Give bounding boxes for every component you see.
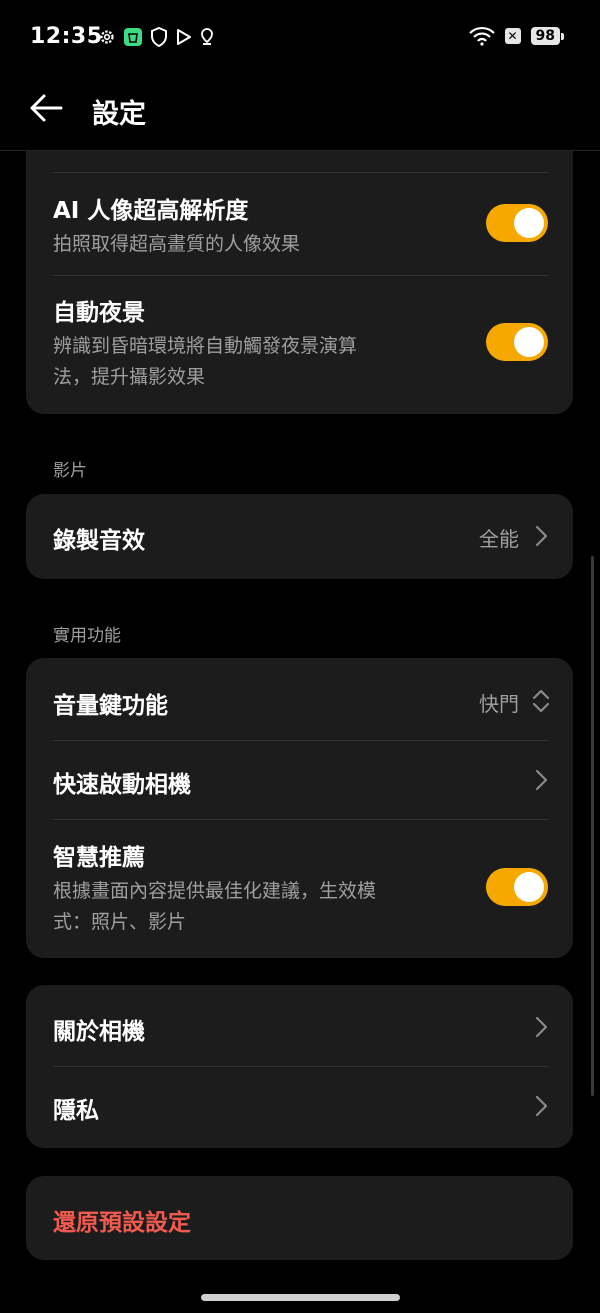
- row-value: 全能: [479, 527, 519, 551]
- chevron-right-icon: [535, 1016, 548, 1038]
- toggle-knob: [514, 208, 544, 238]
- quick-launch-row[interactable]: 快速啟動相機: [53, 765, 546, 799]
- wifi-icon: [468, 26, 495, 46]
- chevron-right-icon: [535, 769, 548, 791]
- volume-key-row[interactable]: 音量鍵功能: [53, 686, 546, 720]
- privacy-row[interactable]: 隱私: [53, 1091, 546, 1125]
- battery-icon: 98: [530, 27, 565, 45]
- row-subtitle: 拍照取得超高畫質的人像效果: [53, 233, 301, 255]
- section-label-video: 影片: [53, 461, 87, 481]
- divider: [53, 275, 548, 276]
- auto-night-toggle[interactable]: [486, 323, 548, 361]
- reset-row[interactable]: 還原預設設定: [53, 1203, 546, 1237]
- gear-icon: [100, 30, 114, 44]
- smart-recommend-toggle[interactable]: [486, 868, 548, 906]
- divider: [53, 172, 548, 173]
- reset-defaults-button[interactable]: 還原預設設定: [53, 1203, 546, 1237]
- toggle-knob: [514, 327, 544, 357]
- divider: [53, 740, 548, 741]
- row-title: 智慧推薦: [53, 845, 145, 871]
- system-icons: ✕ 98: [468, 26, 565, 46]
- home-indicator[interactable]: [201, 1294, 400, 1301]
- subtitle-line: 式：照片、影片: [53, 911, 187, 933]
- row-title: 隱私: [53, 1098, 99, 1124]
- photo-settings-card: AI 人像超高解析度 拍照取得超高畫質的人像效果 自動夜景 辨識到昏暗環境將自動…: [26, 151, 573, 414]
- play-icon: [177, 29, 191, 45]
- row-subtitle: 辨識到昏暗環境將自動觸發夜景演算 法，提升攝影效果: [53, 331, 546, 393]
- settings-list[interactable]: AI 人像超高解析度 拍照取得超高畫質的人像效果 自動夜景 辨識到昏暗環境將自動…: [0, 151, 600, 1281]
- chevron-up-down-icon: [532, 689, 550, 713]
- divider: [53, 819, 548, 820]
- back-arrow-icon[interactable]: [28, 92, 64, 124]
- video-card: 錄製音效 全能: [26, 494, 573, 579]
- row-title: 關於相機: [53, 1019, 145, 1045]
- row-title: 音量鍵功能: [53, 693, 168, 719]
- recording-audio-row[interactable]: 錄製音效: [53, 521, 546, 555]
- row-value: 快門: [479, 692, 519, 716]
- row-title: AI 人像超高解析度: [53, 198, 249, 224]
- subtitle-line: 根據畫面內容提供最佳化建議，生效模: [53, 880, 377, 902]
- utility-card: 音量鍵功能 快門 快速啟動相機 智慧推薦 根據畫面內容提供最佳化建議，生效模 式…: [26, 658, 573, 958]
- row-title: 快速啟動相機: [53, 772, 191, 798]
- row-title: 錄製音效: [53, 528, 145, 554]
- auto-night-row[interactable]: 自動夜景 辨識到昏暗環境將自動觸發夜景演算 法，提升攝影效果: [53, 293, 546, 393]
- smart-recommend-row[interactable]: 智慧推薦 根據畫面內容提供最佳化建議，生效模 式：照片、影片: [53, 838, 546, 938]
- about-camera-row[interactable]: 關於相機: [53, 1012, 546, 1046]
- row-subtitle: 根據畫面內容提供最佳化建議，生效模 式：照片、影片: [53, 876, 546, 938]
- notification-icons: [98, 27, 214, 47]
- section-label-utility: 實用功能: [53, 626, 121, 646]
- toggle-knob: [514, 872, 544, 902]
- scrollbar[interactable]: [591, 556, 594, 1096]
- shield-icon: [151, 27, 167, 47]
- page-title: 設定: [92, 99, 146, 130]
- clock: 12:35: [30, 24, 103, 49]
- chevron-right-icon: [535, 525, 548, 547]
- subtitle-line: 法，提升攝影效果: [53, 366, 206, 388]
- divider: [53, 1066, 548, 1067]
- shopping-app-icon: [124, 28, 142, 46]
- location-pin-icon: [201, 28, 213, 45]
- ai-portrait-toggle[interactable]: [486, 204, 548, 242]
- row-title: 自動夜景: [53, 300, 145, 326]
- about-card: 關於相機 隱私: [26, 985, 573, 1148]
- app-bar: 設定: [0, 76, 600, 151]
- chevron-right-icon: [535, 1095, 548, 1117]
- status-bar: 12:35 ✕ 98: [0, 0, 600, 76]
- reset-card[interactable]: 還原預設設定: [26, 1176, 573, 1260]
- ai-portrait-row[interactable]: AI 人像超高解析度 拍照取得超高畫質的人像效果: [53, 191, 546, 260]
- no-sim-icon: ✕: [504, 28, 521, 44]
- subtitle-line: 辨識到昏暗環境將自動觸發夜景演算: [53, 335, 358, 357]
